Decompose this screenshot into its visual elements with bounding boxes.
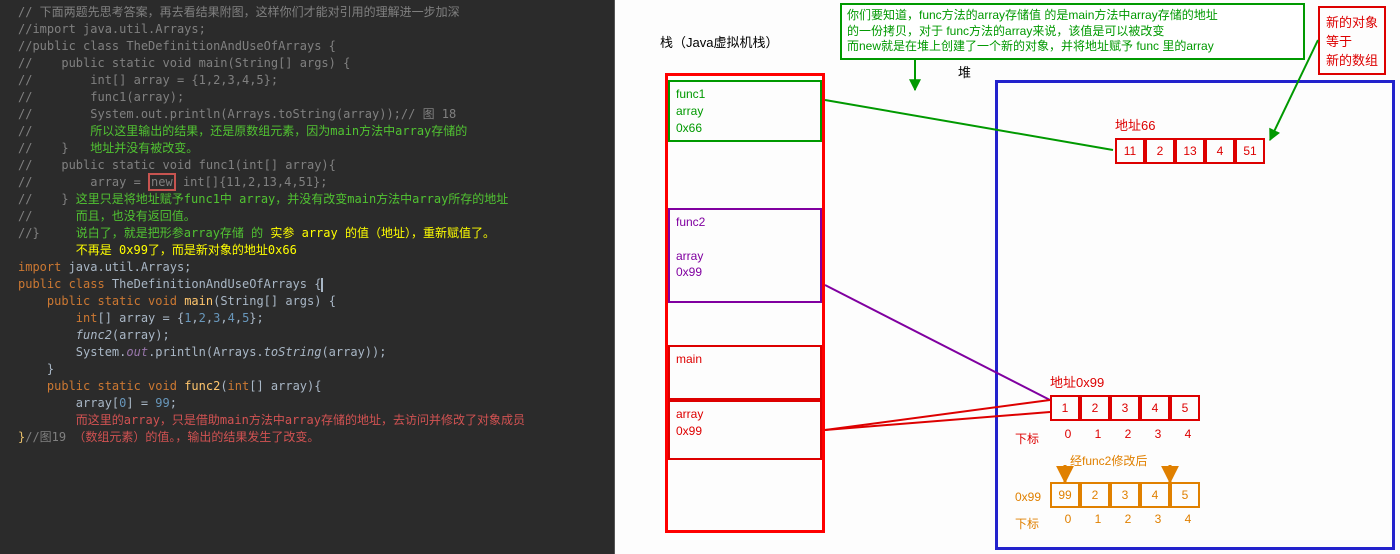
code-line[interactable]: public static void main(String[] args) { xyxy=(0,293,614,310)
addr99-label: 地址0x99 xyxy=(1050,372,1104,391)
code-line[interactable]: // int[] array = {1,2,3,4,5}; xyxy=(0,72,614,89)
code-line[interactable]: //import java.util.Arrays; xyxy=(0,21,614,38)
code-line[interactable]: // } 这里只是将地址赋予func1中 array，并没有改变main方法中a… xyxy=(0,191,614,208)
code-line[interactable]: //} 说白了，就是把形参array存储 的 实参 array 的值（地址），重… xyxy=(0,225,614,242)
note-red: 新的对象 等于 新的数组 xyxy=(1318,6,1386,75)
code-line[interactable]: // 下面两题先思考答案，再去看结果附图，这样你们才能对引用的理解进一步加深 xyxy=(0,4,614,21)
code-line[interactable]: }//图19 （数组元素）的值。，输出的结果发生了改变。 xyxy=(0,429,614,446)
code-line[interactable]: } xyxy=(0,361,614,378)
heap-title: 堆 xyxy=(958,62,971,81)
code-line[interactable]: // public static void main(String[] args… xyxy=(0,55,614,72)
after-label: 经func2修改后 xyxy=(1070,452,1147,469)
array-99-after: 992345 xyxy=(1050,482,1200,508)
code-line[interactable]: 而这里的array，只是借助main方法中array存储的地址，去访问并修改了对… xyxy=(0,412,614,429)
code-line[interactable]: public static void func2(int[] array){ xyxy=(0,378,614,395)
addr99b-label: 0x99 xyxy=(1015,490,1041,504)
note-green: 你们要知道，func方法的array存储值 的是main方法中array存储的地… xyxy=(840,3,1305,60)
code-line[interactable]: // System.out.println(Arrays.toString(ar… xyxy=(0,106,614,123)
frame-func2: func2 array 0x99 xyxy=(668,208,822,303)
code-line[interactable]: import java.util.Arrays; xyxy=(0,259,614,276)
code-line[interactable]: // 所以这里输出的结果，还是原数组元素，因为main方法中array存储的 xyxy=(0,123,614,140)
array-99: 12345 xyxy=(1050,395,1200,421)
index-label-bot: 下标 xyxy=(1015,515,1039,532)
array-66: 11213451 xyxy=(1115,138,1265,164)
code-editor[interactable]: // 下面两题先思考答案，再去看结果附图，这样你们才能对引用的理解进一步加深//… xyxy=(0,0,615,554)
index-top: 0 1 2 3 4 xyxy=(1053,427,1203,441)
index-bot: 0 1 2 3 4 xyxy=(1053,512,1203,526)
code-line[interactable]: //public class TheDefinitionAndUseOfArra… xyxy=(0,38,614,55)
frame-main: main xyxy=(668,345,822,400)
stack-title: 栈（Java虚拟机栈） xyxy=(660,32,778,51)
code-line[interactable]: int[] array = {1,2,3,4,5}; xyxy=(0,310,614,327)
code-line[interactable]: // public static void func1(int[] array)… xyxy=(0,157,614,174)
code-line[interactable]: 不再是 0x99了，而是新对象的地址0x66 xyxy=(0,242,614,259)
code-line[interactable]: // } 地址并没有被改变。 xyxy=(0,140,614,157)
code-line[interactable]: // 而且，也没有返回值。 xyxy=(0,208,614,225)
code-line[interactable]: // func1(array); xyxy=(0,89,614,106)
index-label-top: 下标 xyxy=(1015,430,1039,447)
code-line[interactable]: System.out.println(Arrays.toString(array… xyxy=(0,344,614,361)
frame-main-array: array 0x99 xyxy=(668,400,822,460)
diagram-area: 栈（Java虚拟机栈） 堆 你们要知道，func方法的array存储值 的是ma… xyxy=(615,0,1400,554)
frame-func1: func1 array 0x66 xyxy=(668,80,822,142)
code-line[interactable]: func2(array); xyxy=(0,327,614,344)
addr66-label: 地址66 xyxy=(1115,115,1155,134)
code-line[interactable]: public class TheDefinitionAndUseOfArrays… xyxy=(0,276,614,293)
code-line[interactable]: array[0] = 99; xyxy=(0,395,614,412)
code-line[interactable]: // array = new int[]{11,2,13,4,51}; xyxy=(0,174,614,191)
